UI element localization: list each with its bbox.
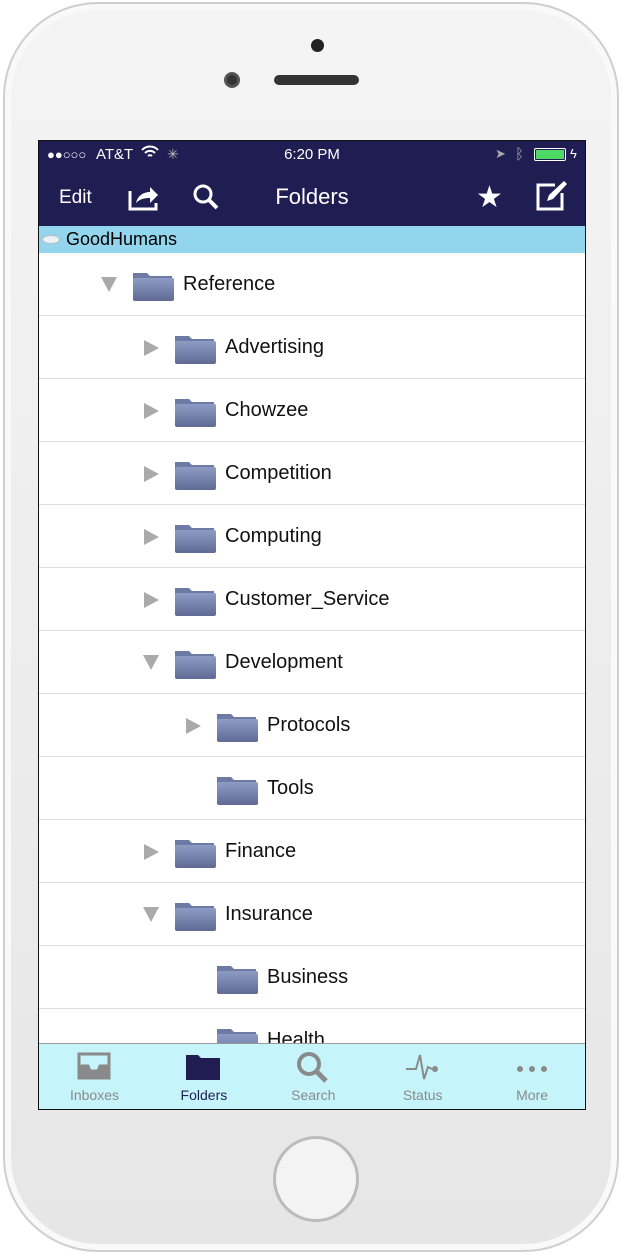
folder-icon xyxy=(174,395,216,427)
camera xyxy=(311,39,324,52)
folder-row[interactable]: Advertising xyxy=(39,316,585,379)
battery-icon xyxy=(534,148,566,161)
compose-icon[interactable] xyxy=(535,181,569,216)
folder-row[interactable]: Finance xyxy=(39,820,585,883)
folder-icon xyxy=(174,584,216,616)
folder-label: Computing xyxy=(225,525,322,547)
account-header[interactable]: GoodHumans xyxy=(39,226,585,253)
folder-icon xyxy=(216,962,258,994)
folder-label: Advertising xyxy=(225,336,324,358)
folder-label: Chowzee xyxy=(225,399,309,421)
folder-icon xyxy=(216,773,258,805)
disclosure-collapsed-icon[interactable] xyxy=(144,844,159,860)
folder-label: Reference xyxy=(183,273,276,295)
tab-bar: Inboxes Folders Search Status More xyxy=(39,1043,585,1109)
disclosure-expanded-icon[interactable] xyxy=(143,907,159,922)
folder-row[interactable]: Development xyxy=(39,631,585,694)
charging-icon: ϟ xyxy=(570,146,577,161)
status-bar: ●●○○○ AT&T ✳ 6:20 PM ➤ ᛒ ϟ xyxy=(39,141,585,168)
disclosure-collapsed-icon[interactable] xyxy=(144,403,159,419)
folder-row[interactable]: Chowzee xyxy=(39,379,585,442)
folder-icon xyxy=(174,647,216,679)
tab-label: Inboxes xyxy=(69,1087,120,1103)
screen: ●●○○○ AT&T ✳ 6:20 PM ➤ ᛒ ϟ Edit Folders … xyxy=(38,140,586,1110)
front-camera xyxy=(224,72,240,88)
folder-list: Reference Advertising Chowzee Competition Co… xyxy=(39,253,585,1072)
disclosure-collapsed-icon[interactable] xyxy=(144,529,159,545)
folder-label: Competition xyxy=(225,462,332,484)
folder-icon xyxy=(132,269,174,301)
folder-label: Development xyxy=(225,651,343,673)
tab-status[interactable]: Status xyxy=(368,1044,477,1109)
tab-label: Status xyxy=(402,1087,443,1103)
tab-search[interactable]: Search xyxy=(259,1044,368,1109)
disclosure-expanded-icon[interactable] xyxy=(143,655,159,670)
folder-row[interactable]: Reference xyxy=(39,253,585,316)
tab-inboxes[interactable]: Inboxes xyxy=(40,1044,149,1109)
home-button[interactable] xyxy=(273,1136,359,1222)
folder-label: Business xyxy=(267,966,349,988)
account-icon xyxy=(42,235,60,244)
tab-label: Search xyxy=(291,1087,336,1103)
tab-label: Folders xyxy=(180,1087,228,1103)
tab-more[interactable]: More xyxy=(478,1044,585,1109)
nav-bar: Edit Folders ★ xyxy=(39,168,585,226)
folder-label: Tools xyxy=(267,777,314,799)
folder-label: Customer_Service xyxy=(225,588,390,610)
folder-row[interactable]: Business xyxy=(39,946,585,1009)
folder-icon xyxy=(174,521,216,553)
location-icon: ➤ xyxy=(495,146,506,161)
folder-row[interactable]: Tools xyxy=(39,757,585,820)
folder-row[interactable]: Computing xyxy=(39,505,585,568)
page-title: Folders xyxy=(275,184,349,209)
folder-label: Insurance xyxy=(225,903,313,925)
tab-label: More xyxy=(516,1087,549,1103)
folder-row[interactable]: Customer_Service xyxy=(39,568,585,631)
disclosure-collapsed-icon[interactable] xyxy=(144,466,159,482)
tab-folders[interactable]: Folders xyxy=(149,1044,258,1109)
disclosure-collapsed-icon[interactable] xyxy=(144,592,159,608)
folder-row[interactable]: Competition xyxy=(39,442,585,505)
folder-icon xyxy=(216,710,258,742)
folder-label: Finance xyxy=(225,840,297,862)
folder-label: Protocols xyxy=(267,714,351,736)
speaker xyxy=(274,75,359,85)
folder-icon xyxy=(174,899,216,931)
folder-icon xyxy=(174,836,216,868)
folder-icon xyxy=(174,458,216,490)
disclosure-expanded-icon[interactable] xyxy=(101,277,117,292)
bluetooth-icon: ᛒ xyxy=(515,146,525,163)
disclosure-collapsed-icon[interactable] xyxy=(144,340,159,356)
folder-row[interactable]: Insurance xyxy=(39,883,585,946)
folder-icon xyxy=(174,332,216,364)
disclosure-collapsed-icon[interactable] xyxy=(186,718,201,734)
account-name: GoodHumans xyxy=(66,229,178,249)
folder-row[interactable]: Protocols xyxy=(39,694,585,757)
star-icon[interactable]: ★ xyxy=(476,180,503,215)
